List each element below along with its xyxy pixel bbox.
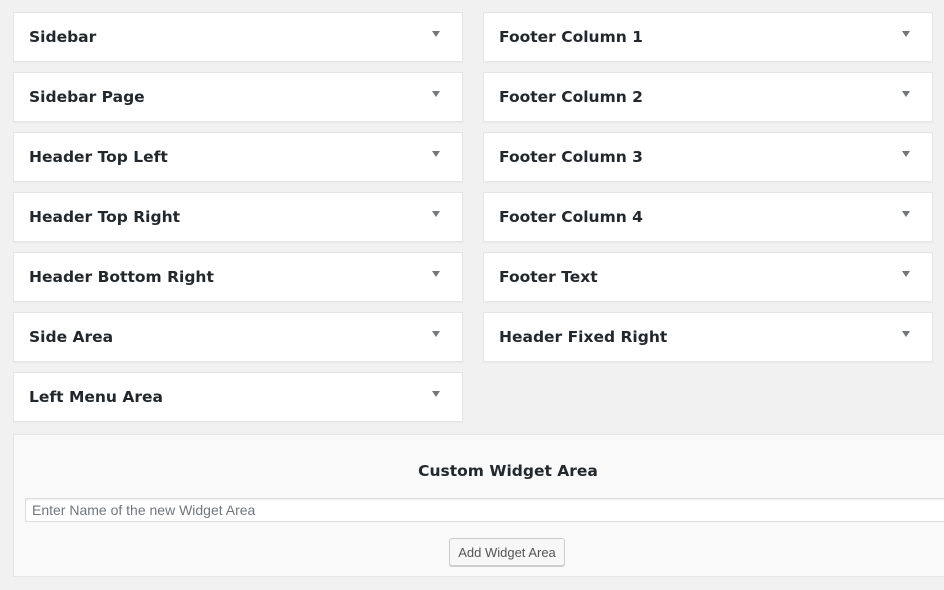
add-widget-area-button[interactable]: Add Widget Area <box>449 538 565 566</box>
widget-area-sidebar-page[interactable]: Sidebar Page <box>13 72 463 122</box>
arrow-down-icon[interactable] <box>902 91 910 97</box>
widget-area-left-menu-area[interactable]: Left Menu Area <box>13 372 463 422</box>
widget-areas-right-column: Footer Column 1 Footer Column 2 Footer C… <box>483 12 933 372</box>
arrow-down-icon[interactable] <box>432 271 440 277</box>
widget-area-footer-column-4[interactable]: Footer Column 4 <box>483 192 933 242</box>
widget-area-title: Header Top Left <box>29 148 168 166</box>
widget-area-title: Sidebar <box>29 28 97 46</box>
widget-area-footer-column-1[interactable]: Footer Column 1 <box>483 12 933 62</box>
widget-area-title: Footer Column 3 <box>499 148 643 166</box>
widget-area-footer-column-3[interactable]: Footer Column 3 <box>483 132 933 182</box>
widget-area-name-input[interactable] <box>25 498 944 522</box>
widget-area-title: Header Fixed Right <box>499 328 668 346</box>
arrow-down-icon[interactable] <box>432 31 440 37</box>
arrow-down-icon[interactable] <box>432 211 440 217</box>
widget-area-title: Footer Column 1 <box>499 28 643 46</box>
widget-area-sidebar[interactable]: Sidebar <box>13 12 463 62</box>
widget-area-header-top-left[interactable]: Header Top Left <box>13 132 463 182</box>
arrow-down-icon[interactable] <box>902 211 910 217</box>
widget-area-header-fixed-right[interactable]: Header Fixed Right <box>483 312 933 362</box>
widget-area-title: Header Bottom Right <box>29 268 214 286</box>
arrow-down-icon[interactable] <box>432 151 440 157</box>
widget-area-title: Side Area <box>29 328 114 346</box>
arrow-down-icon[interactable] <box>902 331 910 337</box>
widget-area-title: Footer Text <box>499 268 598 286</box>
widget-area-header-bottom-right[interactable]: Header Bottom Right <box>13 252 463 302</box>
arrow-down-icon[interactable] <box>902 31 910 37</box>
arrow-down-icon[interactable] <box>432 91 440 97</box>
arrow-down-icon[interactable] <box>432 391 440 397</box>
custom-widget-area-panel: Custom Widget Area Add Widget Area <box>13 434 944 577</box>
widget-area-footer-text[interactable]: Footer Text <box>483 252 933 302</box>
custom-widget-area-title: Custom Widget Area <box>418 462 598 480</box>
arrow-down-icon[interactable] <box>902 151 910 157</box>
widget-areas-left-column: Sidebar Sidebar Page Header Top Left Hea… <box>13 12 463 432</box>
widget-area-title: Footer Column 4 <box>499 208 643 226</box>
widget-area-side-area[interactable]: Side Area <box>13 312 463 362</box>
widget-area-title: Footer Column 2 <box>499 88 643 106</box>
widget-area-title: Left Menu Area <box>29 388 163 406</box>
arrow-down-icon[interactable] <box>902 271 910 277</box>
widget-area-title: Header Top Right <box>29 208 181 226</box>
widget-area-header-top-right[interactable]: Header Top Right <box>13 192 463 242</box>
widget-area-footer-column-2[interactable]: Footer Column 2 <box>483 72 933 122</box>
arrow-down-icon[interactable] <box>432 331 440 337</box>
widget-area-title: Sidebar Page <box>29 88 145 106</box>
